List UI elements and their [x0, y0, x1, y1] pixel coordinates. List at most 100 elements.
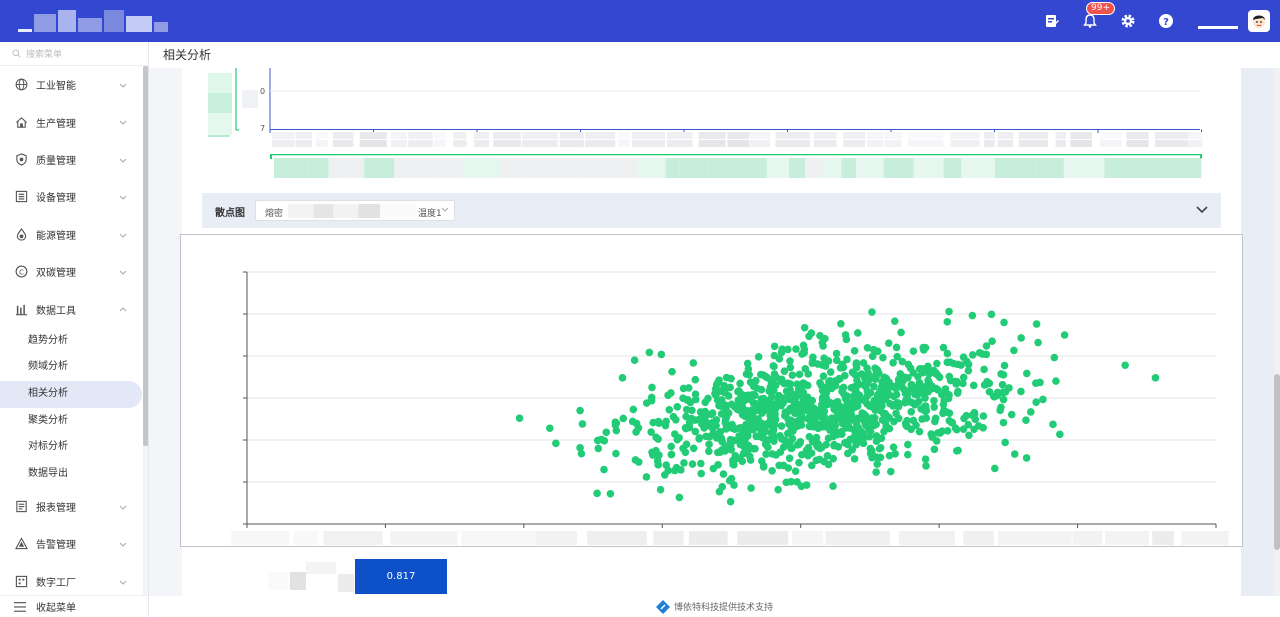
sidebar-item[interactable]: C 双碳管理: [0, 253, 148, 290]
scatter-point: [618, 374, 627, 382]
range-slider-segment[interactable]: [961, 158, 995, 178]
blur-block: [1018, 140, 1048, 147]
range-slider-segment[interactable]: [731, 158, 767, 178]
sidebar-item[interactable]: 报表管理: [0, 488, 148, 525]
scatter-point: [695, 434, 704, 442]
blur-block: [984, 132, 995, 139]
sidebar-item[interactable]: 数据工具: [0, 290, 148, 327]
scatter-point: [664, 466, 673, 475]
bell-icon[interactable]: 99+: [1080, 2, 1115, 31]
sidebar-item[interactable]: 告警管理: [0, 525, 148, 562]
range-slider-segment[interactable]: [1171, 158, 1202, 178]
scatter-point: [932, 437, 941, 445]
sidebar-subitem[interactable]: 聚类分析: [0, 408, 148, 435]
avatar[interactable]: [1248, 10, 1270, 32]
main-scrollbar[interactable]: [1274, 68, 1280, 617]
sidebar-scrollbar[interactable]: [143, 66, 148, 596]
chevron-down-icon: [119, 577, 127, 588]
sidebar-item[interactable]: 质量管理: [0, 141, 148, 178]
scatter-point: [667, 450, 676, 459]
range-slider-segment[interactable]: [433, 158, 463, 178]
sidebar-item-label: 数字工厂: [36, 577, 76, 589]
scatter-point: [999, 395, 1008, 404]
scatter-point: [893, 352, 902, 361]
range-slider-segment[interactable]: [943, 158, 962, 178]
blur-block: [867, 132, 884, 139]
username[interactable]: [1198, 15, 1238, 29]
range-slider-segment[interactable]: [994, 158, 1037, 178]
gear-icon[interactable]: [1118, 11, 1138, 31]
range-slider-segment[interactable]: [1133, 158, 1172, 178]
range-slider-segment[interactable]: [307, 158, 329, 178]
scatter-point: [904, 360, 913, 369]
range-slider-segment[interactable]: [274, 158, 308, 178]
range-slider-segment[interactable]: [347, 158, 365, 178]
sidebar-subitem[interactable]: 数据导出: [0, 461, 148, 488]
sidebar-item[interactable]: 生产管理: [0, 103, 148, 140]
range-slider-segment[interactable]: [707, 158, 732, 178]
footer: 博依特科技提供技术支持: [149, 596, 1280, 617]
range-slider-segment[interactable]: [679, 158, 708, 178]
top-chart-tick-0: 0: [260, 87, 265, 96]
sidebar-subitem[interactable]: 趋势分析: [0, 328, 148, 355]
range-slider-segment[interactable]: [821, 158, 842, 178]
sidebar-subitem[interactable]: 相关分析: [0, 381, 142, 408]
scatter-point: [809, 353, 817, 362]
expand-chevron-icon[interactable]: [1196, 206, 1208, 214]
scatter-point: [922, 414, 931, 422]
scatter-point: [1017, 334, 1025, 342]
range-slider-segment[interactable]: [913, 158, 944, 178]
collapse-menu-button[interactable]: 收起菜单: [0, 595, 148, 617]
scatter-point: [943, 358, 952, 367]
blur-block: [453, 132, 467, 139]
range-slider-segment[interactable]: [500, 158, 522, 178]
range-slider-segment[interactable]: [766, 158, 789, 178]
range-slider-segment[interactable]: [788, 158, 806, 178]
range-slider-segment[interactable]: [841, 158, 857, 178]
note-icon[interactable]: [1042, 11, 1062, 31]
menu-search[interactable]: 搜索菜单: [0, 42, 148, 66]
app-logo[interactable]: [18, 10, 174, 32]
scatter-point: [982, 350, 991, 359]
variable-select[interactable]: 熔密 温度1: [255, 200, 455, 221]
range-slider-segment[interactable]: [856, 158, 884, 178]
range-slider-segment[interactable]: [559, 158, 579, 178]
sidebar-item[interactable]: 设备管理: [0, 178, 148, 215]
scatter-point: [919, 343, 927, 352]
blur-block: [963, 531, 994, 545]
range-slider-segment[interactable]: [578, 158, 612, 178]
scatter-point: [921, 455, 930, 463]
scatter-point: [927, 430, 935, 438]
blur-block: [1154, 132, 1189, 139]
scatter-point: [771, 405, 780, 413]
globe-icon: [14, 78, 28, 92]
range-slider-segment[interactable]: [484, 158, 501, 178]
blur-block: [272, 140, 295, 147]
help-icon[interactable]: ?: [1156, 11, 1176, 31]
scatter-point: [803, 381, 812, 390]
scatter-point: [770, 342, 779, 351]
range-slider-segment[interactable]: [883, 158, 914, 178]
sidebar-item[interactable]: 工业智能: [0, 66, 148, 103]
blur-block: [997, 140, 1014, 147]
range-slider-segment[interactable]: [1104, 158, 1134, 178]
range-slider-segment[interactable]: [1036, 158, 1064, 178]
scatter-point: [718, 483, 727, 491]
range-slider-segment[interactable]: [805, 158, 822, 178]
range-slider-segment[interactable]: [521, 158, 560, 178]
range-slider-segment[interactable]: [394, 158, 434, 178]
scatter-point: [837, 319, 845, 328]
sidebar-subitem[interactable]: 频域分析: [0, 354, 148, 381]
range-slider-segment[interactable]: [637, 158, 666, 178]
range-slider-segment[interactable]: [364, 158, 395, 178]
scatter-point: [691, 395, 700, 404]
range-slider-segment[interactable]: [462, 158, 485, 178]
range-slider-segment[interactable]: [665, 158, 680, 178]
range-slider-segment[interactable]: [328, 158, 348, 178]
scatter-point: [980, 365, 988, 374]
scatter-point: [829, 482, 837, 490]
sidebar-item[interactable]: 能源管理: [0, 216, 148, 253]
range-slider-segment[interactable]: [611, 158, 638, 178]
range-slider-segment[interactable]: [1063, 158, 1105, 178]
sidebar-subitem[interactable]: 对标分析: [0, 434, 148, 461]
